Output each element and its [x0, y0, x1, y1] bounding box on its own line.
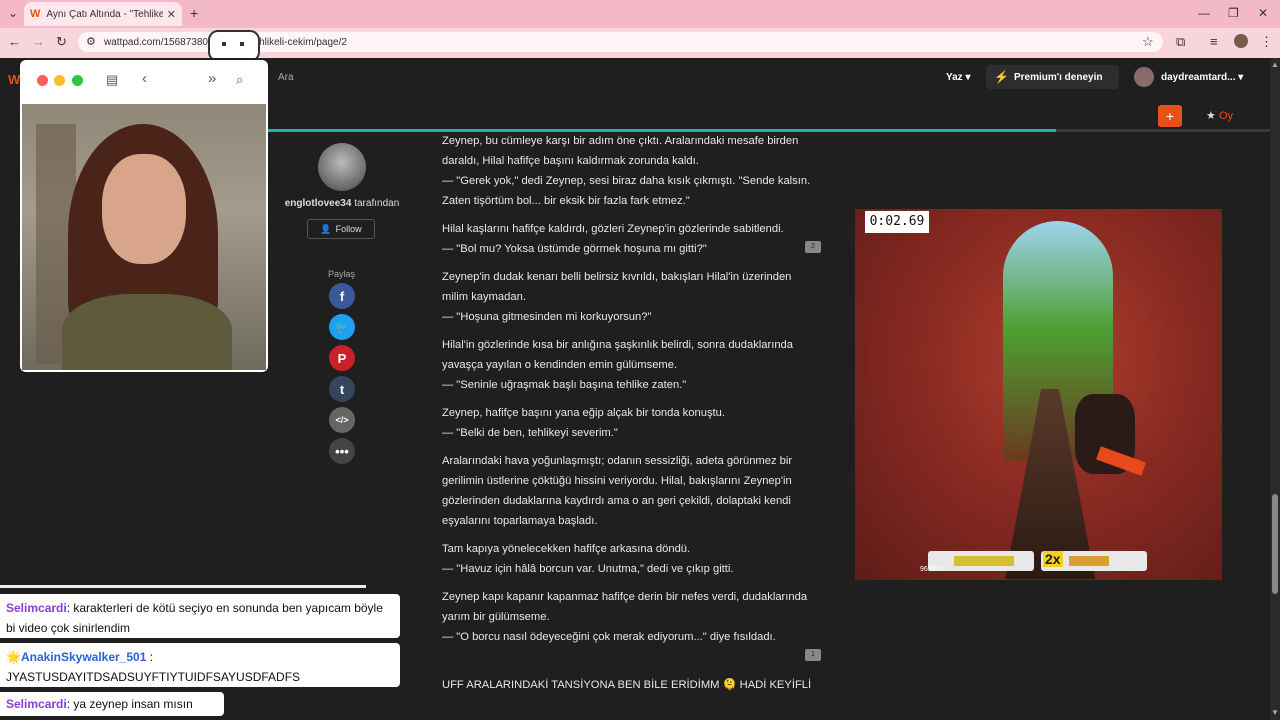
scrollbar[interactable]	[1270, 58, 1280, 720]
back-icon[interactable]: ←	[8, 34, 21, 49]
vote-label: Oy	[1218, 110, 1233, 122]
chat-username: Selimcardi	[6, 697, 67, 711]
reload-icon[interactable]: ↻	[56, 34, 67, 50]
window-minimize-dot[interactable]	[54, 75, 65, 86]
add-to-list-button[interactable]: +	[1158, 105, 1182, 127]
author-line: englotlovee34 tarafından	[272, 198, 412, 209]
vote-star-icon: ★	[1206, 110, 1216, 122]
story-paragraph: Zeynep, hafifçe başını yana eğip alçak b…	[442, 407, 725, 419]
score-value: 965818	[920, 566, 944, 573]
vote-button[interactable]: ★ Oy	[1206, 109, 1233, 122]
site-info-icon[interactable]: ⚙	[86, 35, 96, 48]
cat-eye-icon	[240, 42, 244, 46]
scrollbar-thumb[interactable]	[1272, 494, 1278, 594]
speedrun-timer: 0:02.69	[865, 211, 929, 233]
wattpad-logo[interactable]: W	[8, 72, 20, 87]
twitter-icon[interactable]: 🐦	[329, 314, 355, 340]
story-paragraph: — "Gerek yok," dedi Zeynep, sesi biraz d…	[442, 175, 811, 207]
forward-icon[interactable]: →	[32, 34, 45, 49]
chat-badge-icon: 🌟	[6, 650, 21, 664]
tab-title: Aynı Çatı Altında - "Tehlikeli çe	[46, 8, 163, 20]
chat-text: : ya zeynep insan mısın	[66, 697, 193, 711]
browser-tab[interactable]: W Aynı Çatı Altında - "Tehlikeli çe ✕	[24, 2, 182, 26]
user-avatar[interactable]	[1134, 67, 1154, 87]
username-menu[interactable]: daydreamtard... ▾	[1161, 72, 1243, 83]
window-zoom-dot[interactable]	[72, 75, 83, 86]
pinterest-icon[interactable]: P	[329, 345, 355, 371]
menu-icon[interactable]: ⋮	[1260, 34, 1273, 50]
webcam-feed	[22, 104, 266, 370]
add-user-icon: 👤	[320, 223, 332, 234]
close-tab-icon[interactable]: ✕	[167, 8, 176, 21]
story-paragraph: — "Havuz için hâlâ borcun var. Unutma," …	[442, 563, 734, 575]
chat-message: 🌟AnakinSkywalker_501 : JYASTUSDAYITDSADS…	[0, 643, 400, 687]
story-paragraph: Zeynep, bu cümleye karşı bir adım öne çı…	[442, 135, 799, 167]
scroll-down-icon[interactable]: ▼	[1271, 708, 1279, 717]
write-menu[interactable]: Yaz ▾	[946, 72, 971, 83]
story-paragraph: — "Seninle uğraşmak başlı başına tehlike…	[442, 379, 687, 391]
new-tab-button[interactable]: +	[190, 5, 198, 21]
premium-button[interactable]: ⚡ Premium'ı deneyin	[986, 65, 1119, 89]
wattpad-favicon-icon: W	[30, 8, 41, 20]
story-paragraph: Hilal'in gözlerinde kısa bir anlığına şa…	[442, 339, 794, 371]
premium-label: Premium'ı deneyin	[1013, 71, 1103, 83]
search-label[interactable]: Ara	[278, 72, 294, 83]
cat-eye-icon	[222, 42, 226, 46]
follow-button[interactable]: 👤 Follow	[307, 219, 375, 239]
author-name[interactable]: englotlovee34	[285, 198, 352, 209]
lightning-icon: ⚡	[994, 70, 1009, 84]
inline-comment-button[interactable]: 1	[805, 649, 821, 661]
by-text: tarafından	[354, 198, 400, 209]
chat-divider	[0, 585, 366, 588]
story-paragraph: — "Bol mu? Yoksa üstümde görmek hoşuna m…	[442, 243, 707, 255]
follow-label: Follow	[335, 224, 362, 234]
story-paragraph: Hilal kaşlarını hafifçe kaldırdı, gözler…	[442, 223, 784, 235]
multiplier-badge: 2x	[1043, 551, 1063, 567]
scroll-up-icon[interactable]: ▲	[1271, 60, 1279, 69]
tab-list-icon[interactable]: ⌄	[8, 6, 18, 20]
author-avatar[interactable]	[318, 143, 366, 191]
face-shape	[102, 154, 186, 264]
share-label: Paylaş	[328, 269, 356, 279]
story-paragraph: — "O borcu nasıl ödeyeceğini çok merak e…	[442, 631, 776, 643]
write-label: Yaz	[946, 72, 963, 83]
facebook-icon[interactable]: f	[329, 283, 355, 309]
minimize-icon[interactable]: —	[1198, 6, 1210, 20]
chat-message: Selimcardi: ya zeynep insan mısın	[0, 692, 224, 716]
chat-text: JYASTUSDAYITDSADSUYFTIYTUIDFSAYUSDFADFS	[6, 670, 301, 684]
search-icon[interactable]: ⌕	[236, 72, 243, 88]
story-paragraph: Zeynep'in dudak kenarı belli belirsiz kı…	[442, 271, 792, 303]
chat-message: Selimcardi: karakterleri de kötü seçiyo …	[0, 594, 400, 638]
extensions-icon[interactable]: ⧉	[1176, 34, 1185, 50]
chat-username: Selimcardi	[6, 601, 67, 615]
embed-icon[interactable]: </>	[329, 407, 355, 433]
sidebar-icon[interactable]: ▤	[106, 72, 118, 88]
story-paragraph: Tam kapıya yönelecekken hafifçe arkasına…	[442, 543, 691, 555]
chat-username: AnakinSkywalker_501	[20, 650, 147, 664]
powerup-fill	[954, 556, 1014, 566]
chevron-left-icon[interactable]: ‹	[142, 70, 147, 87]
window-close-dot[interactable]	[37, 75, 48, 86]
chat-text: :	[146, 650, 154, 664]
game-powerup-bar	[928, 551, 1034, 571]
profile-avatar-icon[interactable]	[1234, 34, 1248, 48]
window-close-icon[interactable]: ✕	[1258, 6, 1268, 20]
shirt-shape	[62, 294, 232, 370]
media-icon[interactable]: ≡	[1210, 34, 1218, 49]
maximize-icon[interactable]: ❐	[1228, 6, 1239, 20]
story-paragraph: — "Belki de ben, tehlikeyi severim."	[442, 427, 618, 439]
story-paragraph: — "Hoşuna gitmesinden mi korkuyorsun?"	[442, 311, 652, 323]
game-multiplier-bar: 2x	[1041, 551, 1147, 571]
inline-comment-button[interactable]: 2	[805, 241, 821, 253]
username-label: daydreamtard...	[1161, 72, 1236, 83]
more-options-icon[interactable]: •••	[329, 438, 355, 464]
chevron-double-right-icon[interactable]: »	[208, 70, 216, 87]
tumblr-icon[interactable]: t	[329, 376, 355, 402]
story-paragraph: Aralarındaki hava yoğunlaşmıştı; odanın …	[442, 455, 793, 527]
multiplier-fill	[1069, 556, 1109, 566]
story-paragraph: UFF ARALARINDAKİ TANSİYONA BEN BİLE ERİD…	[442, 679, 812, 691]
bookmark-star-icon[interactable]: ☆	[1142, 34, 1154, 50]
story-paragraph: Zeynep kapı kapanır kapanmaz hafifçe der…	[442, 591, 808, 623]
gameplay-video	[855, 209, 1222, 580]
